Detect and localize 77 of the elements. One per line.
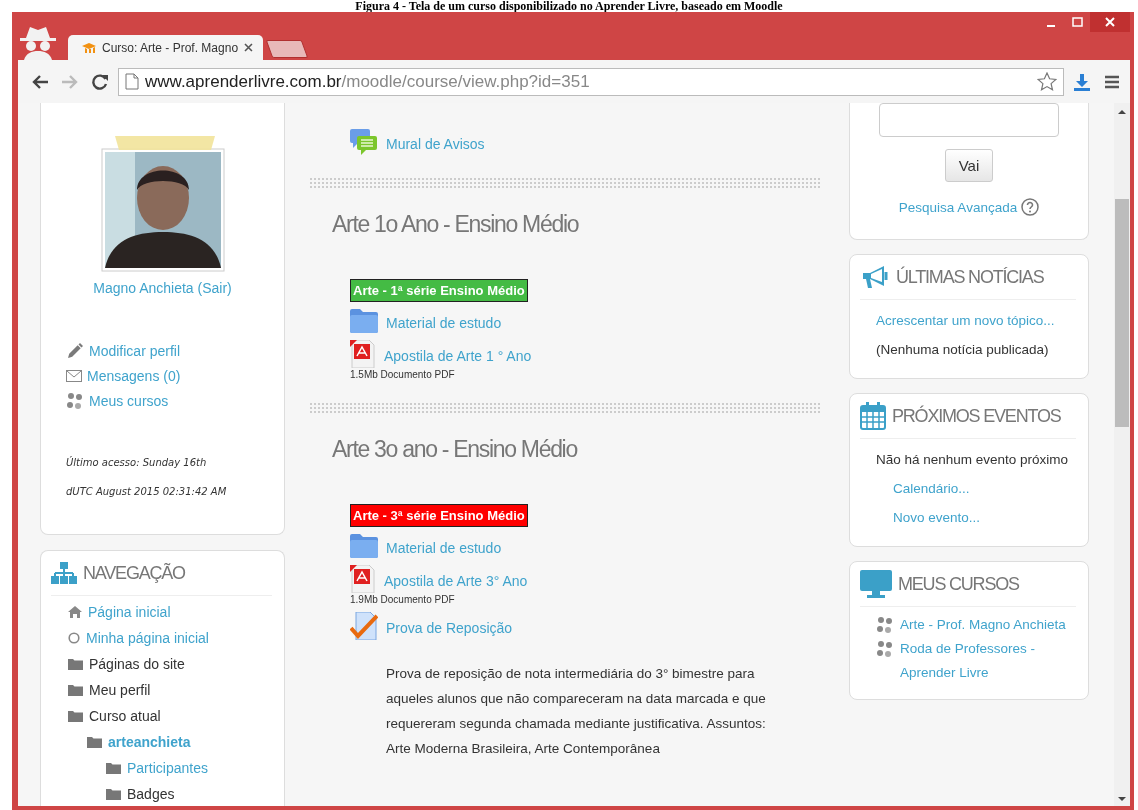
block-title: NAVEGAÇÃO	[83, 562, 185, 585]
block-title: PRÓXIMOS EVENTOS	[892, 404, 1061, 428]
close-icon[interactable]	[244, 43, 253, 52]
scrollbar[interactable]	[1114, 103, 1130, 806]
activity-link[interactable]: Apostila de Arte 3° Ano	[384, 569, 528, 589]
block-title: MEUS CURSOS	[898, 573, 1019, 596]
block-link[interactable]: Novo evento...	[893, 503, 981, 532]
activity-link[interactable]: Apostila de Arte 1 ° Ano	[384, 344, 532, 364]
block-link[interactable]: Arte - Prof. Magno Anchieta	[900, 613, 1066, 637]
block-text: Não há nenhum evento próximo	[876, 451, 1069, 469]
activity-description: Prova de reposição de nota intermediária do 3° bimestre para aqueles alunos que não compareceram na data marcada e que requereram segunda chamada mediante justificativa. Assuntos: Arte Moderna Brasileira, Arte Contemporânea	[385, 665, 767, 758]
activity-link[interactable]: Material de estudo	[386, 311, 502, 331]
nav-item[interactable]: Páginas do site	[89, 656, 185, 672]
profile-link[interactable]: Meus cursos	[89, 393, 169, 409]
nav-item[interactable]: Participantes	[127, 760, 208, 776]
folder-icon	[350, 309, 378, 333]
advanced-search-link[interactable]: Pesquisa Avançada	[898, 199, 1018, 215]
figure-caption: Figura 4 - Tela de um curso disponibilizado no Aprender Livre, baseado em Moodle	[355, 0, 783, 12]
last-access-text: Último acesso: Sunday 16th dUTC August 2015 02:31:42 AM	[65, 455, 228, 499]
folder-icon	[350, 534, 378, 558]
nav-item[interactable]: Página inicial	[88, 604, 171, 620]
search-button[interactable]: Vai	[944, 149, 994, 182]
scroll-up-icon[interactable]	[1117, 107, 1127, 117]
nav-item[interactable]: Badges	[127, 786, 175, 802]
block-link[interactable]: Acrescentar um novo tópico...	[876, 306, 1055, 335]
star-icon[interactable]	[1037, 72, 1057, 91]
nav-item[interactable]: Minha página inicial	[86, 630, 209, 646]
user-name-link[interactable]: Magno Anchieta	[93, 280, 194, 296]
nav-item[interactable]: Curso atual	[89, 708, 161, 724]
minimize-icon	[1047, 25, 1055, 27]
block-text: (Nenhuma notícia publicada)	[876, 341, 1049, 359]
maximize-icon	[1071, 17, 1083, 27]
file-details: 1.9Mb Documento PDF	[349, 594, 456, 605]
folder-icon	[106, 762, 121, 774]
nav-item[interactable]: Meu perfil	[89, 682, 151, 698]
profile-link[interactable]: Modificar perfil	[89, 343, 181, 359]
pdf-file-icon	[350, 340, 376, 368]
browser-tab[interactable]: Curso: Arte - Prof. Magno	[68, 35, 263, 60]
sitemap-icon	[51, 562, 77, 584]
chat-bubbles-icon	[350, 129, 378, 155]
monitor-icon	[860, 570, 892, 598]
home-icon	[68, 606, 82, 618]
hat-icon	[82, 42, 96, 53]
forum-link[interactable]: Mural de Avisos	[386, 132, 485, 152]
close-icon	[1105, 17, 1115, 27]
pencil-icon	[66, 342, 84, 360]
search-field[interactable]	[879, 103, 1059, 137]
page-icon	[125, 73, 139, 90]
file-details: 1.5Mb Documento PDF	[349, 369, 456, 380]
logout-link[interactable]: (Sair)	[197, 280, 232, 296]
block-title: ÚLTIMAS NOTÍCIAS	[896, 265, 1044, 289]
section-label: Arte - 3ª série Ensino Médio	[350, 504, 528, 527]
section-heading: Arte 3o ano - Ensino Médio	[332, 435, 579, 464]
nav-item[interactable]: arteanchieta	[108, 734, 191, 750]
folder-icon	[68, 658, 83, 670]
activity-link[interactable]: Material de estudo	[386, 536, 502, 556]
address-bar[interactable]: www.aprenderlivre.com.br/moodle/course/view.php?id=351	[118, 67, 1064, 96]
close-button[interactable]	[1090, 12, 1130, 32]
folder-icon	[106, 788, 121, 800]
activity-link[interactable]: Prova de Reposição	[386, 616, 513, 636]
section-label: Arte - 1ª série Ensino Médio	[350, 279, 528, 302]
section-heading: Arte 1o Ano - Ensino Médio	[332, 210, 580, 239]
calendar-icon	[860, 402, 886, 430]
folder-icon	[68, 710, 83, 722]
new-tab-button[interactable]	[265, 40, 309, 58]
scroll-down-icon[interactable]	[1117, 794, 1127, 804]
profile-link[interactable]: Mensagens (0)	[87, 368, 181, 384]
checkmark-document-icon	[350, 612, 378, 640]
pdf-file-icon	[350, 565, 376, 593]
block-link[interactable]: Calendário...	[893, 474, 970, 503]
circle-icon	[68, 632, 80, 644]
envelope-icon	[66, 370, 82, 382]
megaphone-icon	[860, 265, 890, 289]
folder-icon	[87, 736, 102, 748]
help-icon	[1021, 198, 1040, 216]
folder-icon	[68, 684, 83, 696]
block-link[interactable]: Roda de Professores - Aprender Livre	[900, 637, 1074, 685]
